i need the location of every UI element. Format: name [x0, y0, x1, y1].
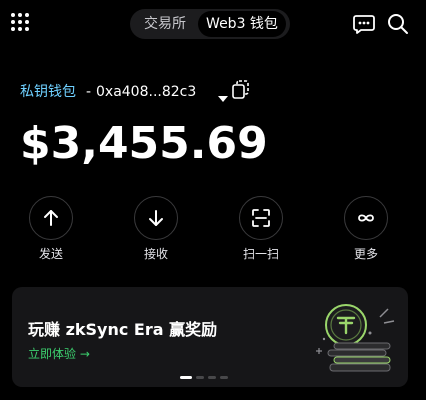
infinity-icon — [358, 214, 374, 222]
send-circle — [29, 196, 73, 240]
send-button[interactable]: 发送 — [22, 196, 82, 266]
more-button[interactable]: 更多 — [337, 196, 397, 266]
mode-switch: 交易所 Web3 钱包 — [130, 9, 290, 39]
arrow-down-icon — [149, 210, 163, 226]
tab-web3-wallet[interactable]: Web3 钱包 — [198, 11, 286, 37]
wallet-name: 私钥钱包 — [20, 84, 76, 100]
pagination-dot[interactable] — [220, 376, 228, 379]
promo-banner[interactable]: 玩赚 zkSync Era 赢奖励 立即体验 → — [12, 287, 408, 387]
scan-icon — [252, 209, 270, 227]
wallet-separator: - — [86, 84, 92, 100]
promo-pagination — [180, 376, 240, 380]
pagination-dot[interactable] — [196, 376, 204, 379]
scan-button[interactable]: 扫一扫 — [232, 196, 292, 266]
grid-dots-icon[interactable] — [10, 12, 34, 36]
pagination-dot[interactable] — [208, 376, 216, 379]
pagination-dot-active[interactable] — [180, 376, 192, 379]
promo-title: 玩赚 zkSync Era 赢奖励 — [28, 320, 218, 339]
receive-button[interactable]: 接收 — [127, 196, 187, 266]
total-balance: $3,455.69 — [20, 118, 268, 169]
send-label: 发送 — [38, 247, 63, 261]
copy-icon[interactable] — [232, 80, 250, 100]
scan-label: 扫一扫 — [242, 247, 279, 261]
caret-down-icon — [218, 88, 228, 102]
receive-circle — [134, 196, 178, 240]
scan-circle — [239, 196, 283, 240]
wallet-address: 0xa408...82c3 — [96, 84, 197, 100]
chat-bubble-icon[interactable] — [352, 12, 376, 36]
receive-label: 接收 — [143, 247, 168, 261]
more-label: 更多 — [353, 247, 378, 261]
top-bar: 交易所 Web3 钱包 — [0, 0, 426, 50]
arrow-up-icon — [44, 210, 58, 226]
more-circle — [344, 196, 388, 240]
tab-exchange[interactable]: 交易所 — [134, 11, 196, 37]
coin-stack-icon — [308, 299, 398, 375]
promo-cta-link[interactable]: 立即体验 → — [28, 345, 90, 362]
search-icon[interactable] — [386, 12, 410, 36]
